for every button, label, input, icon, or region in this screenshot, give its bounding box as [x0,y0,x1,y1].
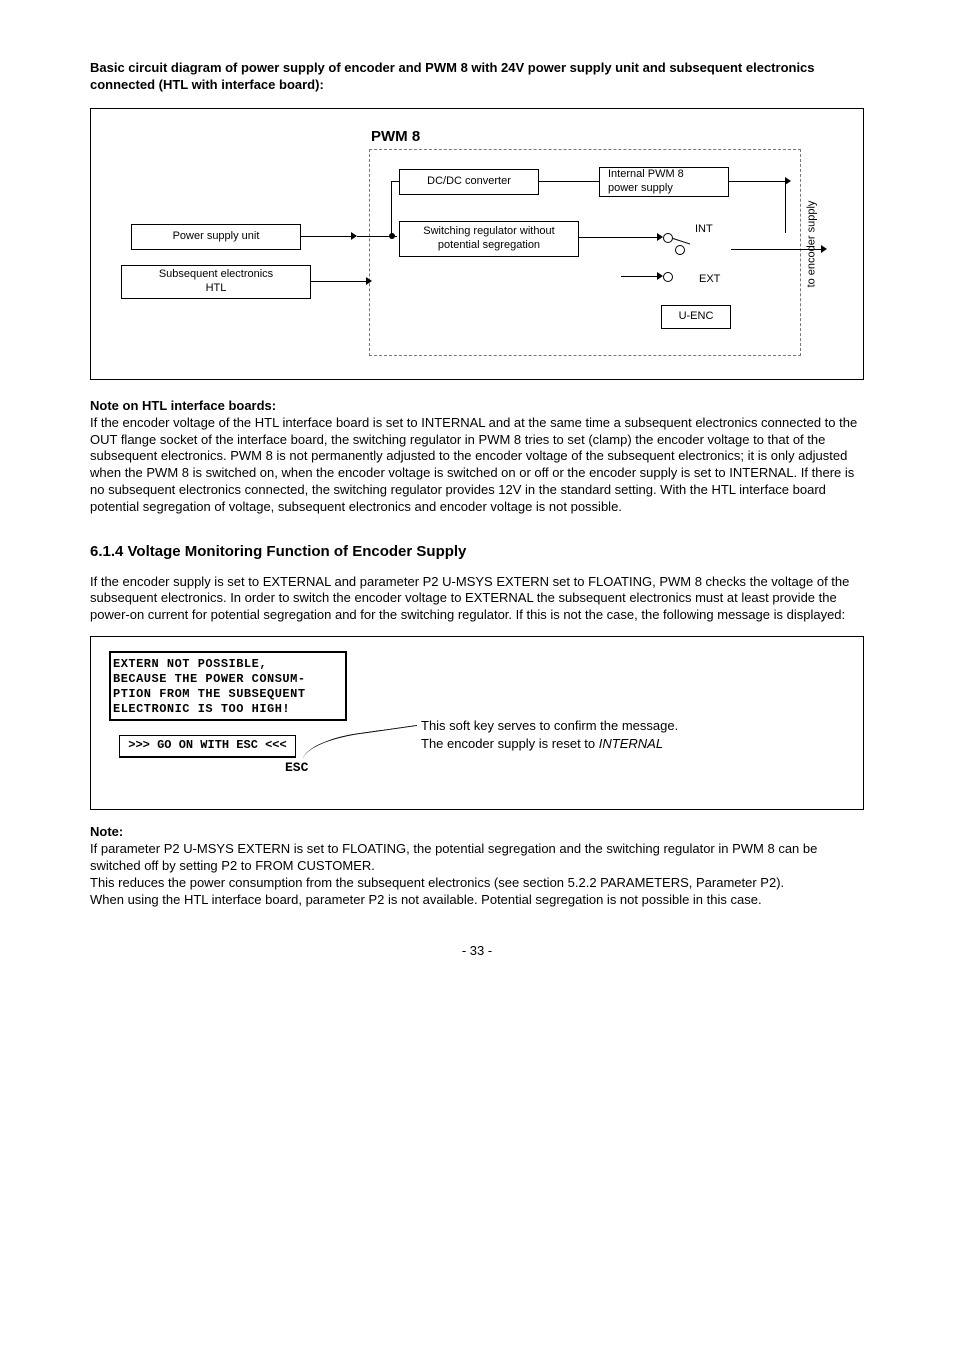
wire [539,181,599,182]
note2-title: Note: [90,824,123,839]
section-614-title: 6.1.4 Voltage Monitoring Function of Enc… [90,542,864,562]
message-example: EXTERN NOT POSSIBLE, BECAUSE THE POWER C… [90,636,864,810]
note2-p2: This reduces the power consumption from … [90,875,784,890]
wire [639,237,657,238]
circuit-diagram: PWM 8 Power supply unit Subsequent elect… [90,108,864,380]
switch-node [675,245,685,255]
lcd-line-2: BECAUSE THE POWER CONSUM- [113,672,343,687]
wire [301,236,351,237]
note-htl-title: Note on HTL interface boards: [90,398,276,413]
node-dot [389,233,395,239]
wire [731,249,821,250]
callout-line [300,725,420,762]
encoder-supply-label: to encoder supply [804,200,818,287]
wire [729,181,785,182]
power-supply-unit-box: Power supply unit [131,224,301,250]
switch-node [663,272,673,282]
ext-label: EXT [699,272,720,286]
lcd-line-4: ELECTRONIC IS TOO HIGH! [113,702,343,717]
lcd-display: EXTERN NOT POSSIBLE, BECAUSE THE POWER C… [109,651,347,721]
softkey-annotation: This soft key serves to confirm the mess… [421,717,678,752]
se-line1: Subsequent electronics [159,268,273,282]
u-enc-box: U-ENC [661,305,731,329]
switching-regulator-box: Switching regulator without potential se… [399,221,579,257]
int-label: INT [695,222,713,236]
wire [785,181,786,233]
wire [391,181,392,237]
diagram-heading: Basic circuit diagram of power supply of… [90,60,864,94]
wire [621,276,657,277]
se-line2: HTL [206,282,227,296]
page-number: - 33 - [90,943,864,960]
wire [391,181,399,182]
ipwm-line2: power supply [608,182,673,196]
lcd-line-3: PTION FROM THE SUBSEQUENT [113,687,343,702]
note-htl-body: If the encoder voltage of the HTL interf… [90,415,857,514]
annotation-line2b: INTERNAL [599,736,663,751]
swreg-line2: potential segregation [438,239,540,253]
lcd-line-1: EXTERN NOT POSSIBLE, [113,657,343,672]
note2: Note: If parameter P2 U-MSYS EXTERN is s… [90,824,864,908]
switch-node [663,233,673,243]
subsequent-electronics-box: Subsequent electronics HTL [121,265,311,299]
ipwm-line1: Internal PWM 8 [608,168,684,182]
note2-p3: When using the HTL interface board, para… [90,892,762,907]
esc-softkey[interactable]: >>> GO ON WITH ESC <<< [119,735,296,758]
pwm-title: PWM 8 [371,127,420,147]
esc-label: ESC [285,760,845,777]
annotation-line2a: The encoder supply is reset to [421,736,599,751]
wire [579,237,639,238]
annotation-line1: This soft key serves to confirm the mess… [421,718,678,733]
internal-pwm-supply-box: Internal PWM 8 power supply [599,167,729,197]
wire [311,281,366,282]
section-614-body: If the encoder supply is set to EXTERNAL… [90,574,864,625]
swreg-line1: Switching regulator without [423,225,554,239]
dcdc-converter-box: DC/DC converter [399,169,539,195]
note2-p1: If parameter P2 U-MSYS EXTERN is set to … [90,841,817,873]
note-htl: Note on HTL interface boards: If the enc… [90,398,864,516]
